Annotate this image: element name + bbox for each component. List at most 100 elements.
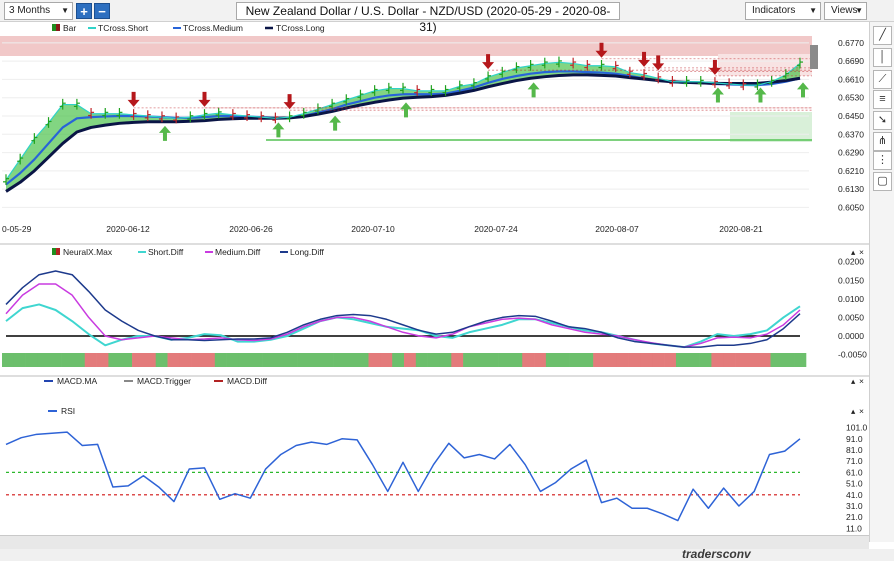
neuralx-regime-segment bbox=[356, 353, 369, 367]
neuralx-regime-segment bbox=[321, 353, 334, 367]
neuralx-regime-segment bbox=[652, 353, 665, 367]
neuralx-regime-segment bbox=[250, 353, 263, 367]
neuralx-y-tick: 0.0000 bbox=[838, 331, 864, 341]
neuralx-regime-segment bbox=[628, 353, 641, 367]
neuralx-regime-segment bbox=[758, 353, 771, 367]
panel-close-icon: × bbox=[859, 376, 864, 386]
x-axis-tick: 0-05-29 bbox=[2, 224, 32, 234]
neuralx-regime-segment bbox=[569, 353, 582, 367]
neuralx-regime-segment bbox=[309, 353, 322, 367]
neuralx-regime-segment bbox=[557, 353, 570, 367]
neuralx-regime-segment bbox=[285, 353, 298, 367]
rsi-y-tick: 81.0 bbox=[846, 445, 863, 455]
x-axis-tick: 2020-08-21 bbox=[719, 224, 763, 234]
neuralx-regime-segment bbox=[498, 353, 511, 367]
vertical-line-icon[interactable]: │ bbox=[873, 48, 892, 67]
arrow-icon[interactable]: ➘ bbox=[873, 111, 892, 130]
trend-line-icon[interactable]: ⟋ bbox=[873, 70, 892, 89]
neuralx-regime-segment bbox=[392, 353, 405, 367]
neuralx-regime-segment bbox=[226, 353, 239, 367]
price-scroll-thumb bbox=[810, 45, 818, 69]
indicators-label: Indicators bbox=[752, 5, 796, 16]
neuralx-regime-segment bbox=[664, 353, 677, 367]
comment-icon[interactable]: ▢ bbox=[873, 172, 892, 191]
neuralx-regime-segment bbox=[380, 353, 393, 367]
price-y-tick: 0.6450 bbox=[838, 111, 864, 121]
remove-button[interactable]: − bbox=[94, 3, 110, 19]
neuralx-regime-segment bbox=[61, 353, 74, 367]
chevron-down-icon: ▼ bbox=[809, 6, 817, 15]
neuralx-regime-segment bbox=[770, 353, 783, 367]
legend-medium-diff: Medium.Diff bbox=[215, 247, 261, 257]
price-y-tick: 0.6610 bbox=[838, 74, 864, 84]
neuralx-regime-segment bbox=[108, 353, 121, 367]
neuralx-regime-segment bbox=[675, 353, 689, 367]
neuralx-regime-segment bbox=[179, 353, 192, 367]
legend-neuralx-swatch-up bbox=[52, 248, 56, 255]
price-y-tick: 0.6690 bbox=[838, 56, 864, 66]
neuralx-regime-segment bbox=[333, 353, 346, 367]
x-axis-tick: 2020-06-12 bbox=[106, 224, 150, 234]
neuralx-regime-segment bbox=[593, 353, 606, 367]
add-button[interactable]: + bbox=[76, 3, 92, 19]
panel-close-icon: × bbox=[859, 247, 864, 257]
neuralx-regime-segment bbox=[746, 353, 760, 367]
neuralx-regime-segment bbox=[474, 353, 488, 367]
brand-logo: tradersconv bbox=[682, 547, 751, 561]
neuralx-regime-segment bbox=[25, 353, 38, 367]
legend-bar: Bar bbox=[63, 23, 76, 33]
neuralx-regime-segment bbox=[605, 353, 618, 367]
fibonacci-icon[interactable]: ≡ bbox=[873, 90, 892, 109]
price-y-tick: 0.6370 bbox=[838, 129, 864, 139]
neuralx-regime-segment bbox=[120, 353, 133, 367]
drawing-tools: ╱ │ ⟋ ≡ ➘ ⋔ ⋮ ▢ bbox=[869, 22, 894, 542]
price-y-tick: 0.6290 bbox=[838, 148, 864, 158]
rsi-y-tick: 21.0 bbox=[846, 512, 863, 522]
neuralx-regime-segment bbox=[155, 353, 168, 367]
x-axis-tick: 2020-07-24 bbox=[474, 224, 518, 234]
neuralx-y-tick: -0.0050 bbox=[838, 350, 867, 360]
neuralx-regime-segment bbox=[723, 353, 736, 367]
chevron-down-icon: ▼ bbox=[61, 6, 69, 15]
neuralx-regime-segment bbox=[191, 353, 204, 367]
chevron-down-icon: ▼ bbox=[855, 6, 863, 15]
price-y-tick: 0.6130 bbox=[838, 184, 864, 194]
rsi-y-tick: 51.0 bbox=[846, 479, 863, 489]
legend-macd-ma: MACD.MA bbox=[57, 376, 97, 386]
toolbar: 3 Months ▼ + − New Zealand Dollar / U.S.… bbox=[0, 0, 894, 34]
rsi-y-tick: 11.0 bbox=[846, 523, 862, 533]
pitchfork-icon[interactable]: ⋔ bbox=[873, 132, 892, 151]
neuralx-regime-segment bbox=[427, 353, 440, 367]
rsi-y-tick: 41.0 bbox=[846, 490, 863, 500]
neuralx-regime-segment bbox=[510, 353, 523, 367]
chart-canvas[interactable]: 0.6770 0.6690 0.6610 0.6530 0.6450 0.6370 0.62… bbox=[0, 22, 869, 535]
neuralx-regime-segment bbox=[545, 353, 559, 367]
neuralx-regime-segment bbox=[368, 353, 381, 367]
neuralx-regime-segment bbox=[522, 353, 535, 367]
neuralx-regime-segment bbox=[143, 353, 157, 367]
legend-short-diff: Short.Diff bbox=[148, 247, 184, 257]
views-button[interactable]: Views ▼ bbox=[824, 2, 867, 20]
panel-collapse-icon: ▴ bbox=[851, 406, 856, 416]
legend-tcross-short: TCross.Short bbox=[98, 23, 149, 33]
neuralx-regime-segment bbox=[96, 353, 109, 367]
neuralx-regime-segment bbox=[13, 353, 26, 367]
period-select[interactable]: 3 Months ▼ bbox=[4, 2, 73, 20]
rsi-panel-bg bbox=[0, 377, 869, 535]
legend-long-diff: Long.Diff bbox=[290, 247, 325, 257]
neuralx-y-tick: 0.0200 bbox=[838, 257, 864, 267]
resistance-zone bbox=[0, 36, 812, 56]
neuralx-regime-segment bbox=[735, 353, 748, 367]
neuralx-regime-segment bbox=[534, 353, 547, 367]
neuralx-regime-segment bbox=[404, 353, 417, 367]
neuralx-regime-segment bbox=[297, 353, 310, 367]
more-tools-icon[interactable]: ⋮ bbox=[873, 151, 892, 170]
legend-tcross-long: TCross.Long bbox=[276, 23, 325, 33]
draw-line-icon[interactable]: ╱ bbox=[873, 26, 892, 45]
rsi-y-tick: 71.0 bbox=[846, 456, 863, 466]
indicators-button[interactable]: Indicators ▼ bbox=[745, 2, 821, 20]
x-axis-tick: 2020-07-10 bbox=[351, 224, 395, 234]
neuralx-regime-segment bbox=[84, 353, 97, 367]
price-y-tick: 0.6050 bbox=[838, 202, 864, 212]
panel-collapse-icon: ▴ bbox=[851, 376, 856, 386]
